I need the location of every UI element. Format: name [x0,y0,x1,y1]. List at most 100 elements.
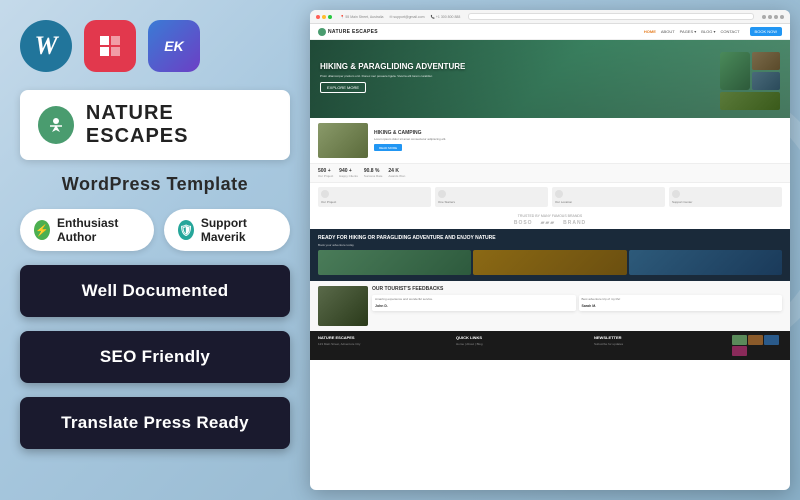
browser-icon-2 [768,15,772,19]
stat-projects: 500 + Our Project [318,168,333,178]
footer-col-2: QUICK LINKS Home | About | Blog [456,335,586,346]
site-nav: NATURE ESCAPES HOME ABOUT PAGES ▾ BLOG ▾… [310,24,790,40]
footer-img-4 [732,346,747,356]
plugin-logos-row: W EK [20,20,290,72]
activity-icon-4 [672,190,680,198]
nav-pages[interactable]: PAGES ▾ [680,29,697,34]
testimonials-section: OUR TOURIST'S FEEDBACKS Amazing experien… [310,281,790,331]
feature-translate-press: Translate Press Ready [20,397,290,449]
camping-image [318,123,368,158]
book-now-button[interactable]: BOOK NOW [750,27,782,36]
footer-img-3 [764,335,779,345]
footer-title-3: NEWSLETTER [594,335,724,340]
hero-images [720,52,780,110]
testimonial-image-col [318,286,368,326]
stat-success: 90.8 % Success Rate [364,168,383,178]
close-dot [316,15,320,19]
brand-box: NATURE ESCAPES [20,90,290,160]
nav-about[interactable]: ABOUT [661,29,675,34]
browser-address-bar [468,13,754,20]
brands-logos: BOSO ▰▰▰ BRAND [318,220,782,226]
footer-title-2: QUICK LINKS [456,335,586,340]
footer-text-3: Subscribe for updates [594,342,724,346]
hero-description: Proin ullamcorper pretium orci. Donec ne… [320,74,500,78]
support-icon: 🛡 [178,220,194,240]
enthusiast-author-badge: ⚡ Enthusiast Author [20,209,154,251]
adventure-img-1 [318,250,471,275]
activity-4: Support Center [669,187,782,207]
brand-logo-1: BOSO [514,220,533,226]
template-subtitle: WordPress Template [20,174,290,195]
hero-img-4 [720,92,780,110]
testimonial-text-2: Best adventure trip of my life! [582,298,780,302]
footer-text-1: 123 Main Street, Adventure City [318,342,448,346]
footer-text-2: Home | About | Blog [456,342,586,346]
hero-title: HIKING & PARAGLIDING ADVENTURE [320,62,716,71]
adventure-title: READY FOR HIKING OR PARAGLIDING ADVENTUR… [318,235,496,241]
adventure-subtitle: Book your adventure today [318,243,496,247]
nav-contact[interactable]: CONTACT [721,29,740,34]
activity-icon-3 [555,190,563,198]
brand-icon [38,106,74,144]
stats-row: 500 + Our Project 940 + Happy Clients 90… [310,163,790,183]
enthusiast-icon: ⚡ [34,220,50,240]
browser-icon-3 [774,15,778,19]
testimonial-text-1: Amazing experience and wonderful service… [375,298,573,302]
hero-img-2 [752,52,780,70]
camping-title: HIKING & CAMPING [374,130,446,136]
site-footer: NATURE ESCAPES 123 Main Street, Adventur… [310,331,790,360]
adventure-section: READY FOR HIKING OR PARAGLIDING ADVENTUR… [310,229,790,281]
site-logo-text: NATURE ESCAPES [328,29,378,35]
site-content: NATURE ESCAPES HOME ABOUT PAGES ▾ BLOG ▾… [310,24,790,490]
testimonial-image [318,286,368,326]
king-composer-icon: EK [148,20,200,72]
hero-img-3 [752,72,780,90]
left-panel: W EK NAT [0,0,310,500]
brand-logo-3: BRAND [563,220,586,226]
adventure-img-2 [473,250,626,275]
testimonial-author-1: John D. [375,304,573,308]
support-label: Support Maverik [201,216,276,244]
footer-img-2 [748,335,763,345]
support-maverik-badge: 🛡 Support Maverik [164,209,290,251]
activity-icon-1 [321,190,329,198]
site-logo: NATURE ESCAPES [318,28,378,36]
adventure-images [318,250,782,275]
browser-address-info: 📍 55 Main Street, Australia ✉ support@gm… [340,15,460,19]
camping-text: Lorem ipsum dolor sit amet consectetur a… [374,138,446,142]
wordpress-icon: W [20,20,72,72]
testimonial-card-2: Best adventure trip of my life! Sarah M. [579,295,783,311]
stat-clients: 940 + Happy Clients [339,168,358,178]
badges-row: ⚡ Enthusiast Author 🛡 Support Maverik [20,209,290,251]
browser-icon-1 [762,15,766,19]
brands-section: TRUSTED BY MANY FAMOUS BRANDS BOSO ▰▰▰ B… [310,211,790,229]
feature-well-documented: Well Documented [20,265,290,317]
nav-blog[interactable]: BLOG ▾ [701,29,715,34]
footer-gallery [732,335,782,356]
nav-links: HOME ABOUT PAGES ▾ BLOG ▾ CONTACT [644,29,740,34]
hero-text: HIKING & PARAGLIDING ADVENTURE Proin ull… [320,52,716,110]
elementor-icon [84,20,136,72]
camping-read-more[interactable]: READ MORE [374,144,402,151]
feature-seo-friendly: SEO Friendly [20,331,290,383]
nav-home[interactable]: HOME [644,29,656,34]
enthusiast-label: Enthusiast Author [57,216,140,244]
browser-dots [316,15,332,19]
browser-bar: 📍 55 Main Street, Australia ✉ support@gm… [310,10,790,24]
testimonial-card-1: Amazing experience and wonderful service… [372,295,576,311]
footer-img-1 [732,335,747,345]
explore-button[interactable]: EXPLORE MORE [320,82,366,93]
minimize-dot [322,15,326,19]
website-preview: 📍 55 Main Street, Australia ✉ support@gm… [310,10,790,490]
activity-2: One Starters [435,187,548,207]
brand-name: NATURE ESCAPES [86,102,272,148]
site-logo-icon [318,28,326,36]
activities-grid: Our Project One Starters Our Location Su… [310,183,790,211]
activity-3: Our Location [552,187,665,207]
camping-section: HIKING & CAMPING Lorem ipsum dolor sit a… [310,118,790,163]
maximize-dot [328,15,332,19]
hero-section: HIKING & PARAGLIDING ADVENTURE Proin ull… [310,40,790,118]
right-panel: 📍 55 Main Street, Australia ✉ support@gm… [310,0,800,500]
browser-icon-4 [780,15,784,19]
brand-logo-2: ▰▰▰ [541,220,556,226]
